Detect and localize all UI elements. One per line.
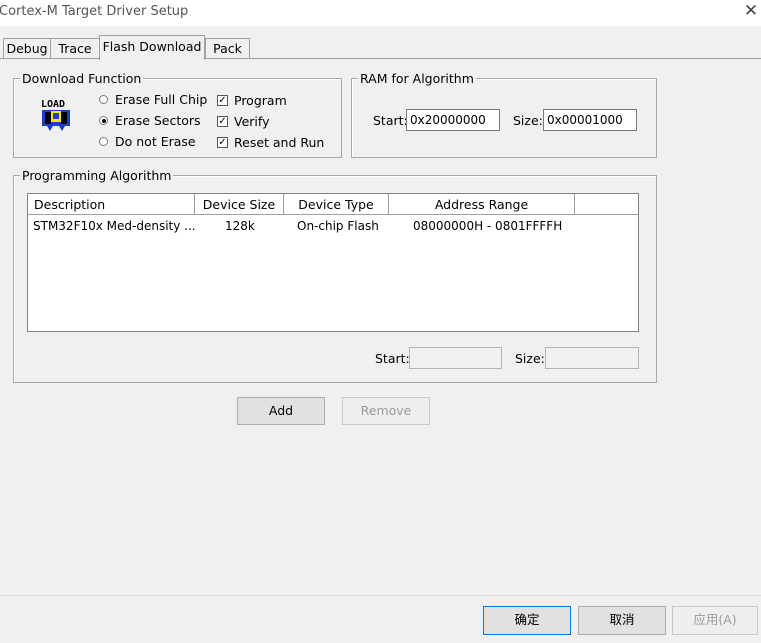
column-header-empty xyxy=(575,194,638,215)
table-row[interactable]: STM32F10x Med-density ... 128k On-chip F… xyxy=(28,215,638,235)
verify-checkbox[interactable]: ✓ xyxy=(217,116,228,127)
tab-pack[interactable]: Pack xyxy=(205,38,250,59)
erase-sectors-radio[interactable] xyxy=(99,116,108,125)
algo-size-input xyxy=(545,347,639,369)
ram-start-input[interactable]: 0x20000000 xyxy=(406,109,500,131)
close-icon[interactable]: ✕ xyxy=(743,2,759,20)
row-device-type: On-chip Flash xyxy=(297,219,379,233)
erase-sectors-label[interactable]: Erase Sectors xyxy=(115,113,201,128)
cancel-button[interactable]: 取消 xyxy=(578,606,666,635)
column-header-description[interactable]: Description xyxy=(28,194,195,215)
title-bar: Cortex-M Target Driver Setup ✕ xyxy=(0,0,761,26)
verify-label[interactable]: Verify xyxy=(234,114,269,129)
program-checkbox[interactable]: ✓ xyxy=(217,95,228,106)
algo-start-input xyxy=(409,347,502,369)
column-header-device-type[interactable]: Device Type xyxy=(284,194,389,215)
reset-and-run-checkbox[interactable]: ✓ xyxy=(217,137,228,148)
row-address-range: 08000000H - 0801FFFFH xyxy=(413,219,563,233)
row-description: STM32F10x Med-density ... xyxy=(33,219,196,233)
ram-start-label: Start: xyxy=(373,113,408,128)
erase-full-chip-radio[interactable] xyxy=(99,95,108,104)
window-title: Cortex-M Target Driver Setup xyxy=(0,4,189,19)
algorithm-list[interactable]: Description Device Size Device Type Addr… xyxy=(27,193,639,332)
program-label[interactable]: Program xyxy=(234,93,287,108)
tab-debug[interactable]: Debug xyxy=(3,38,51,59)
programming-algorithm-legend: Programming Algorithm xyxy=(20,168,174,183)
ok-button[interactable]: 确定 xyxy=(483,606,571,635)
reset-and-run-label[interactable]: Reset and Run xyxy=(234,135,324,150)
algo-start-label: Start: xyxy=(375,351,410,366)
apply-button: 应用(A) xyxy=(672,606,758,635)
row-device-size: 128k xyxy=(225,219,255,233)
load-icon: LOAD xyxy=(39,96,73,132)
do-not-erase-label[interactable]: Do not Erase xyxy=(115,134,196,149)
column-header-device-size[interactable]: Device Size xyxy=(195,194,284,215)
ram-size-input[interactable]: 0x00001000 xyxy=(543,109,637,131)
load-icon-text: LOAD xyxy=(41,99,65,110)
add-button[interactable]: Add xyxy=(237,397,325,425)
download-function-legend: Download Function xyxy=(20,71,144,86)
tab-trace[interactable]: Trace xyxy=(50,38,100,59)
tab-flash-download[interactable]: Flash Download xyxy=(99,35,205,60)
ram-size-label: Size: xyxy=(513,113,543,128)
erase-full-chip-label[interactable]: Erase Full Chip xyxy=(115,92,207,107)
ram-for-algorithm-legend: RAM for Algorithm xyxy=(358,71,476,86)
remove-button: Remove xyxy=(342,397,430,425)
algo-size-label: Size: xyxy=(515,351,545,366)
column-header-address-range[interactable]: Address Range xyxy=(389,194,575,215)
do-not-erase-radio[interactable] xyxy=(99,137,108,146)
